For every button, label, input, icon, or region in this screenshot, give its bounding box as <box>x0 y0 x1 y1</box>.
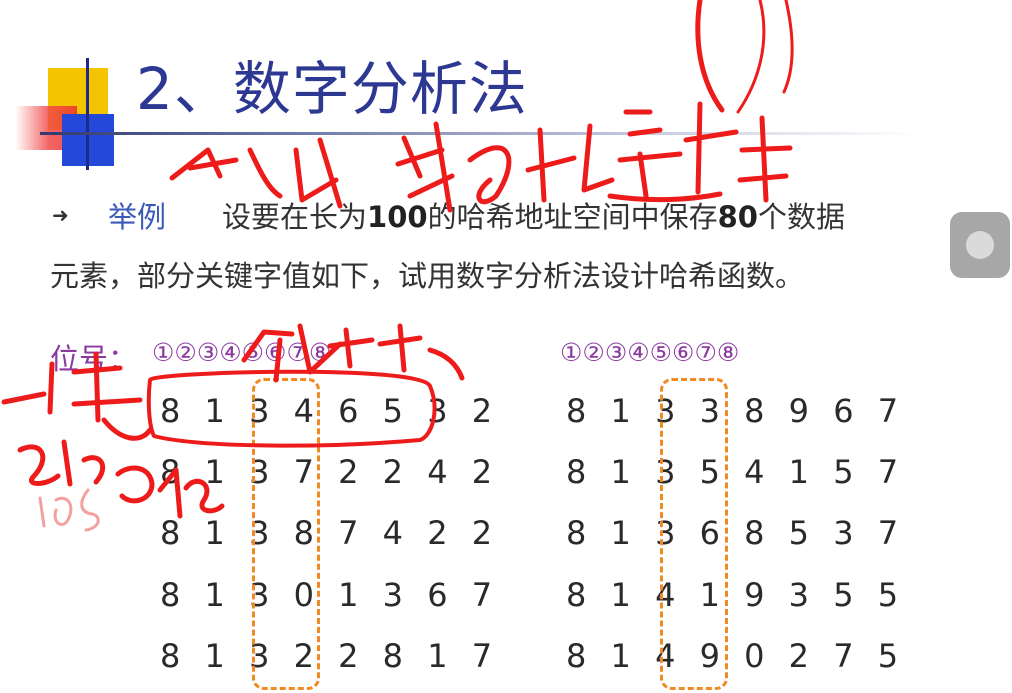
handwritten-annotations <box>1 0 794 532</box>
floating-scroll-button[interactable] <box>950 212 1010 278</box>
slide: 2、数字分析法 ➜ 举例 设要在长为100的哈希地址空间中保存80个数据 元素，… <box>0 0 1012 693</box>
scroll-button-dot-icon <box>966 231 994 259</box>
